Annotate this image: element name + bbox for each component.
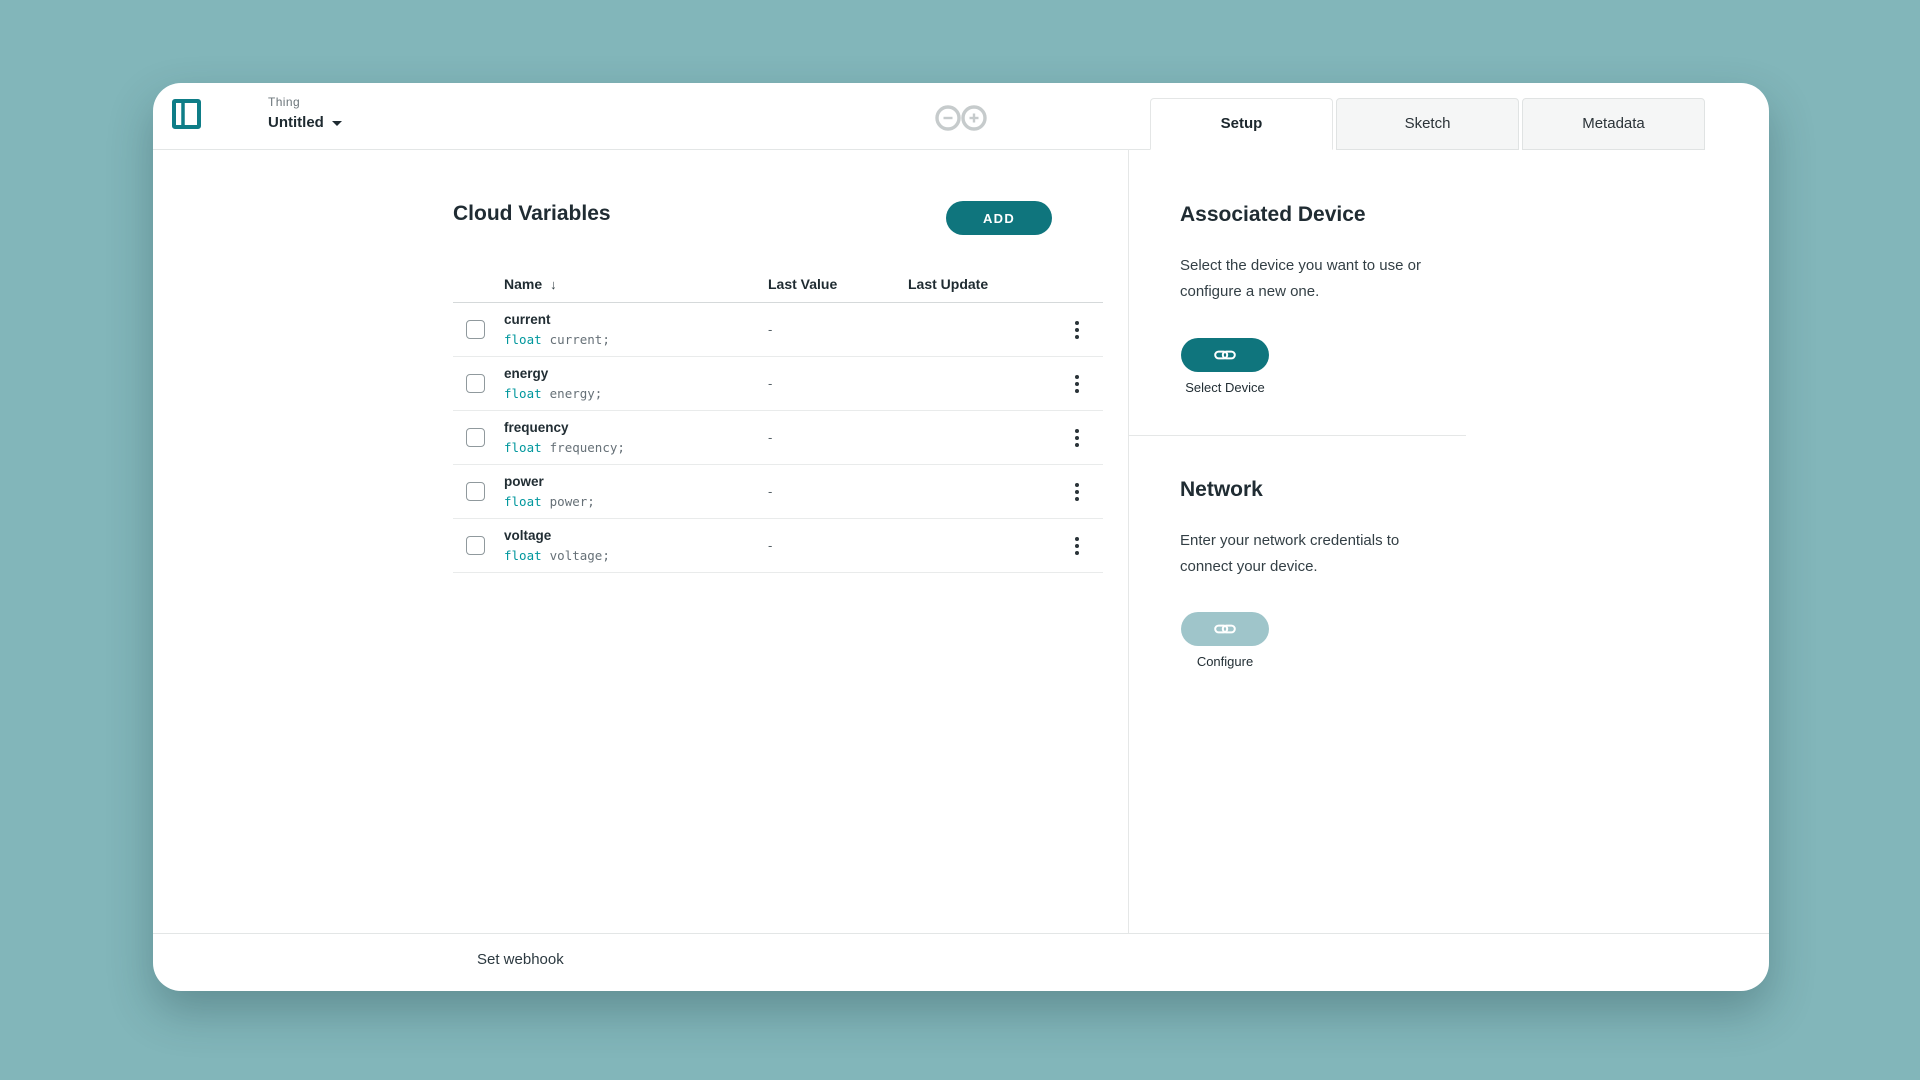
sidebar-toggle-button[interactable] xyxy=(172,99,201,129)
last-value-cell: - xyxy=(768,376,908,391)
thing-name: Untitled xyxy=(268,114,324,131)
configure-network-label: Configure xyxy=(1197,654,1253,669)
associated-device-description: Select the device you want to use or con… xyxy=(1180,253,1452,305)
last-value-cell: - xyxy=(768,322,908,337)
kebab-menu-icon[interactable] xyxy=(1071,371,1083,397)
variable-declaration: floatcurrent; xyxy=(504,332,768,347)
variable-declaration: floatpower; xyxy=(504,494,768,509)
table-row[interactable]: energy floatenergy; - xyxy=(453,357,1103,411)
associated-device-title: Associated Device xyxy=(1180,203,1366,227)
thing-label: Thing xyxy=(268,95,342,109)
row-checkbox[interactable] xyxy=(466,482,485,501)
last-value-cell: - xyxy=(768,430,908,445)
tab-sketch[interactable]: Sketch xyxy=(1336,98,1519,150)
column-header-last-value: Last Value xyxy=(768,276,908,292)
kebab-menu-icon[interactable] xyxy=(1071,533,1083,559)
tab-bar: Setup Sketch Metadata xyxy=(1150,98,1705,150)
column-header-name[interactable]: Name ↓ xyxy=(504,276,768,292)
network-title: Network xyxy=(1180,478,1263,502)
table-row[interactable]: frequency floatfrequency; - xyxy=(453,411,1103,465)
variable-name: power xyxy=(504,474,768,489)
add-variable-button[interactable]: ADD xyxy=(946,201,1052,235)
row-checkbox[interactable] xyxy=(466,428,485,447)
variables-table: Name ↓ Last Value Last Update current flo… xyxy=(453,265,1103,573)
table-row[interactable]: power floatpower; - xyxy=(453,465,1103,519)
caret-down-icon xyxy=(332,121,342,126)
table-row[interactable]: current floatcurrent; - xyxy=(453,303,1103,357)
arduino-logo-icon xyxy=(934,99,988,142)
row-checkbox[interactable] xyxy=(466,536,485,555)
variable-name: energy xyxy=(504,366,768,381)
table-row[interactable]: voltage floatvoltage; - xyxy=(453,519,1103,573)
thing-selector[interactable]: Thing Untitled xyxy=(268,95,342,131)
row-checkbox[interactable] xyxy=(466,320,485,339)
variable-declaration: floatfrequency; xyxy=(504,440,768,455)
panel-divider xyxy=(1128,149,1129,933)
sidebar-panel-icon xyxy=(172,99,201,129)
sort-descending-icon: ↓ xyxy=(550,277,557,292)
variable-declaration: floatvoltage; xyxy=(504,548,768,563)
link-icon xyxy=(1214,622,1236,636)
footer-divider xyxy=(153,933,1769,934)
page-title: Cloud Variables xyxy=(453,202,611,226)
column-header-last-update: Last Update xyxy=(908,276,1063,292)
variable-name: frequency xyxy=(504,420,768,435)
link-icon xyxy=(1214,348,1236,362)
kebab-menu-icon[interactable] xyxy=(1071,317,1083,343)
last-value-cell: - xyxy=(768,538,908,553)
tab-metadata[interactable]: Metadata xyxy=(1522,98,1705,150)
select-device-label: Select Device xyxy=(1185,380,1264,395)
tab-setup[interactable]: Setup xyxy=(1150,98,1333,150)
set-webhook-link[interactable]: Set webhook xyxy=(477,951,564,968)
table-header-row: Name ↓ Last Value Last Update xyxy=(453,265,1103,303)
section-divider xyxy=(1128,435,1466,436)
app-window: Thing Untitled Setup Sketch Metadata Clo… xyxy=(153,83,1769,991)
variable-declaration: floatenergy; xyxy=(504,386,768,401)
column-header-name-label: Name xyxy=(504,276,542,292)
kebab-menu-icon[interactable] xyxy=(1071,425,1083,451)
configure-network-button[interactable] xyxy=(1181,612,1269,646)
select-device-button[interactable] xyxy=(1181,338,1269,372)
row-checkbox[interactable] xyxy=(466,374,485,393)
variable-name: current xyxy=(504,312,768,327)
last-value-cell: - xyxy=(768,484,908,499)
header-divider xyxy=(153,149,1151,150)
variable-name: voltage xyxy=(504,528,768,543)
kebab-menu-icon[interactable] xyxy=(1071,479,1083,505)
network-description: Enter your network credentials to connec… xyxy=(1180,528,1452,580)
